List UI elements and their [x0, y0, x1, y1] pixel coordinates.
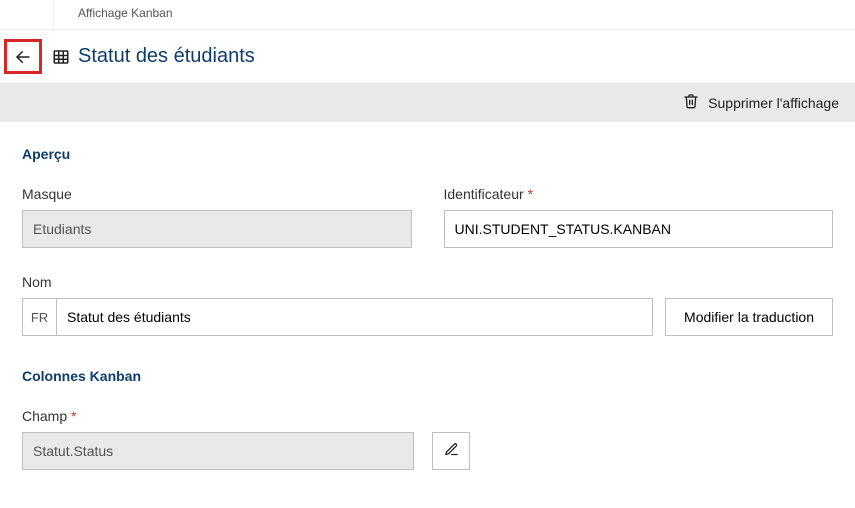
- top-strip-spacer: [0, 0, 54, 29]
- section-overview-heading: Aperçu: [22, 146, 833, 162]
- nom-lang-prefix: FR: [23, 299, 57, 335]
- trash-icon: [683, 93, 699, 112]
- pencil-icon: [444, 442, 459, 460]
- delete-display-label: Supprimer l'affichage: [708, 95, 839, 111]
- identificateur-label: Identificateur *: [444, 186, 834, 202]
- arrow-left-icon: [14, 48, 32, 66]
- page-title: Statut des étudiants: [78, 45, 255, 68]
- edit-champ-button[interactable]: [432, 432, 470, 470]
- back-button[interactable]: [4, 39, 42, 74]
- champ-input: [22, 432, 414, 470]
- table-icon: [52, 48, 70, 66]
- nom-input[interactable]: [57, 299, 652, 335]
- modify-translation-button[interactable]: Modifier la traduction: [665, 298, 833, 336]
- identificateur-input[interactable]: [444, 210, 834, 248]
- nom-label: Nom: [22, 274, 833, 290]
- champ-label: Champ *: [22, 408, 833, 424]
- delete-display-button[interactable]: Supprimer l'affichage: [683, 93, 839, 112]
- masque-label: Masque: [22, 186, 412, 202]
- breadcrumb: Affichage Kanban: [54, 0, 173, 29]
- masque-input: [22, 210, 412, 248]
- section-kanban-heading: Colonnes Kanban: [22, 368, 833, 384]
